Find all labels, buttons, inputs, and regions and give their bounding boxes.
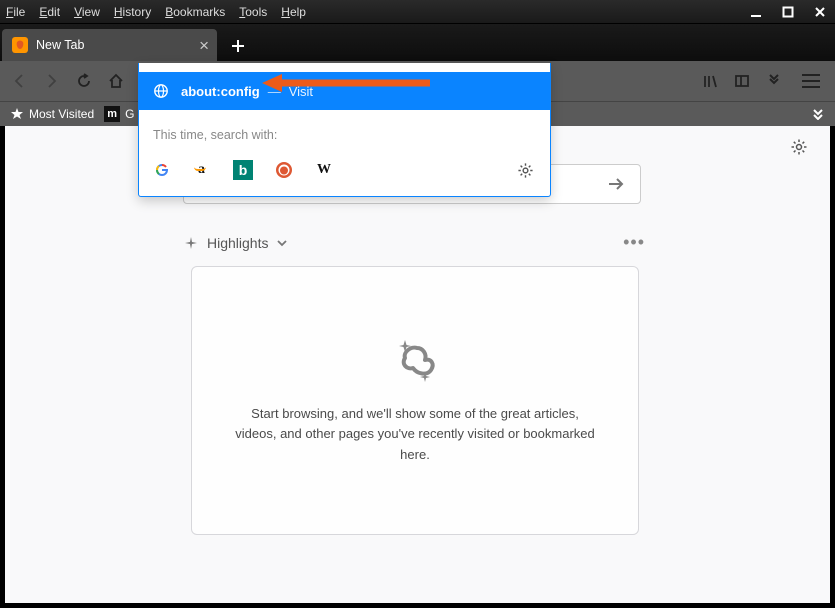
search-settings-icon[interactable] [517, 162, 534, 179]
menu-history[interactable]: History [114, 5, 151, 19]
chevron-down-icon[interactable] [276, 237, 288, 249]
engine-wikipedia-icon[interactable]: W [315, 161, 333, 179]
engine-duckduckgo-icon[interactable] [275, 161, 293, 179]
search-hint: This time, search with: [153, 128, 536, 142]
sidebar-button[interactable] [729, 68, 755, 94]
sparkle-icon [183, 235, 199, 251]
window-close-button[interactable] [811, 3, 829, 21]
gear-icon[interactable] [790, 138, 808, 156]
menu-bookmarks[interactable]: Bookmarks [165, 5, 225, 19]
star-icon [10, 107, 24, 121]
autocomplete-action: Visit [289, 84, 313, 99]
window-titlebar: File Edit View History Bookmarks Tools H… [0, 0, 835, 24]
bookmark-most-visited[interactable]: Most Visited [10, 107, 94, 121]
menubar: File Edit View History Bookmarks Tools H… [6, 5, 306, 19]
menu-help[interactable]: Help [281, 5, 306, 19]
bookmark-label: G [125, 107, 134, 121]
home-button[interactable] [102, 67, 130, 95]
menu-view[interactable]: View [74, 5, 100, 19]
menu-edit[interactable]: Edit [39, 5, 60, 19]
autocomplete-url: about:config [181, 84, 260, 99]
window-minimize-button[interactable] [747, 3, 765, 21]
large-sparkle-icon [387, 336, 443, 384]
reload-button[interactable] [70, 67, 98, 95]
engine-bing-icon[interactable]: b [233, 160, 253, 180]
highlights-menu-button[interactable]: ••• [623, 232, 645, 253]
engine-amazon-icon[interactable]: a [193, 161, 211, 179]
back-button[interactable] [6, 67, 34, 95]
bookmarks-overflow-button[interactable] [811, 106, 827, 123]
tab-strip: New Tab × [0, 24, 835, 61]
tab-new-tab[interactable]: New Tab × [2, 29, 217, 61]
menu-file[interactable]: File [6, 5, 25, 19]
app-menu-button[interactable] [797, 67, 825, 95]
highlights-empty-card: Start browsing, and we'll show some of t… [191, 266, 639, 535]
tab-title: New Tab [36, 38, 84, 52]
menu-tools[interactable]: Tools [239, 5, 267, 19]
globe-icon [153, 83, 169, 99]
urlbar-autocomplete-panel: about:config — Visit This time, search w… [138, 63, 551, 197]
highlights-header: Highlights ••• [183, 232, 645, 253]
autocomplete-row[interactable]: about:config — Visit [139, 72, 550, 110]
forward-button[interactable] [38, 67, 66, 95]
window-maximize-button[interactable] [779, 3, 797, 21]
highlights-empty-text: Start browsing, and we'll show some of t… [232, 404, 598, 464]
browser-content: Highlights ••• Start browsing, and we'll… [5, 126, 830, 603]
arrow-right-icon[interactable] [606, 174, 626, 194]
bookmark-item-2[interactable]: m G [104, 106, 134, 122]
bookmark-label: Most Visited [29, 107, 94, 121]
library-button[interactable] [697, 68, 723, 94]
engine-google-icon[interactable] [153, 161, 171, 179]
tab-close-icon[interactable]: × [199, 37, 209, 54]
bookmark-favicon: m [104, 106, 120, 122]
highlights-label[interactable]: Highlights [207, 235, 268, 251]
firefox-icon [12, 37, 28, 53]
overflow-button[interactable] [761, 68, 787, 94]
new-tab-button[interactable] [223, 31, 253, 61]
